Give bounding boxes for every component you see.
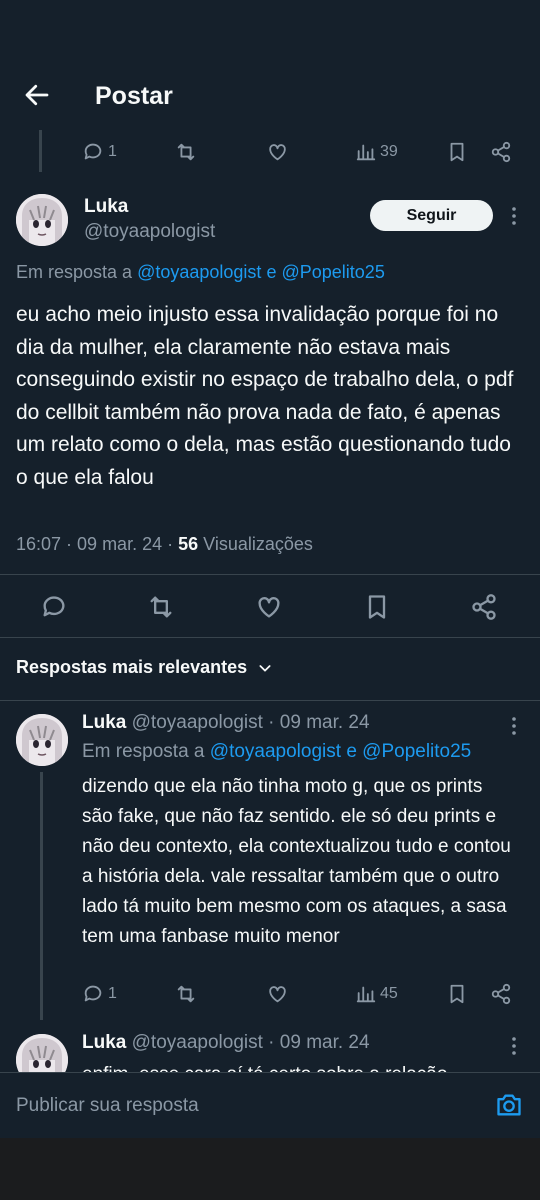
repost-button[interactable] bbox=[146, 593, 176, 621]
share-icon bbox=[491, 983, 511, 1005]
reply-button[interactable]: 1 bbox=[82, 141, 117, 163]
divider bbox=[0, 637, 540, 638]
reply-prefix: Em resposta a bbox=[16, 262, 133, 282]
bookmark-button[interactable] bbox=[446, 141, 468, 163]
bookmark-button[interactable] bbox=[446, 983, 468, 1005]
views-count: 56 bbox=[178, 534, 199, 554]
repost-icon bbox=[150, 596, 172, 618]
reply-input[interactable]: Publicar sua resposta bbox=[16, 1095, 476, 1121]
avatar-image bbox=[16, 1034, 68, 1072]
follow-button[interactable]: Seguir bbox=[370, 200, 493, 231]
post-actions bbox=[0, 590, 540, 622]
share-icon bbox=[472, 594, 496, 620]
views-count: 39 bbox=[380, 143, 398, 160]
sort-dropdown[interactable]: Respostas mais relevantes bbox=[16, 657, 273, 678]
more-vertical-icon bbox=[512, 207, 516, 225]
more-options-button[interactable] bbox=[504, 715, 524, 737]
system-nav-bar bbox=[0, 1138, 540, 1200]
share-button[interactable] bbox=[490, 141, 512, 163]
heart-icon bbox=[258, 597, 280, 618]
author-name[interactable]: Luka bbox=[84, 196, 128, 218]
heart-icon bbox=[269, 986, 286, 1003]
views-label: Visualizações bbox=[203, 534, 313, 554]
comment-icon bbox=[84, 143, 102, 160]
more-options-button[interactable] bbox=[504, 1035, 524, 1057]
reply-header: Luka @toyaapologist · 09 mar. 24 bbox=[82, 1032, 370, 1054]
reply-context: Em resposta a @toyaapologist e @Popelito… bbox=[16, 262, 385, 283]
divider bbox=[0, 574, 540, 575]
reply-text: dizendo que ela não tinha moto g, que os… bbox=[82, 776, 511, 947]
repost-icon bbox=[177, 985, 195, 1003]
analytics-icon bbox=[356, 144, 376, 161]
avatar[interactable] bbox=[16, 1034, 68, 1072]
camera-icon bbox=[497, 1094, 521, 1116]
more-vertical-icon bbox=[512, 717, 516, 735]
camera-button[interactable] bbox=[494, 1091, 524, 1119]
avatar-image bbox=[16, 714, 68, 766]
reply-count: 1 bbox=[108, 985, 117, 1002]
back-button[interactable] bbox=[22, 80, 52, 110]
arrow-left-icon bbox=[25, 84, 49, 106]
reply-button[interactable]: 1 bbox=[82, 983, 117, 1005]
reply-count: 1 bbox=[108, 143, 117, 160]
like-button[interactable] bbox=[255, 593, 283, 621]
composer-bar: Publicar sua resposta bbox=[0, 1072, 540, 1138]
share-button[interactable] bbox=[490, 983, 512, 1005]
more-options-button[interactable] bbox=[504, 205, 524, 227]
reply-prefix: Em resposta a bbox=[82, 741, 205, 762]
reply-clip: Luka @toyaapologist · 09 mar. 24 enfim, … bbox=[0, 1020, 540, 1072]
mention-link[interactable]: @toyaapologist e @Popelito25 bbox=[210, 741, 471, 762]
comment-icon bbox=[43, 596, 65, 617]
previous-post-actions: 1 39 bbox=[0, 138, 540, 168]
author-handle-date[interactable]: @toyaapologist · 09 mar. 24 bbox=[132, 712, 370, 733]
reply-text: enfim, esse cara aí tá certo sobre a rel… bbox=[82, 1060, 512, 1072]
post-meta: 16:07 · 09 mar. 24 · 56 Visualizações bbox=[16, 534, 313, 555]
reply-button[interactable] bbox=[40, 593, 68, 621]
divider bbox=[0, 700, 540, 701]
heart-icon bbox=[269, 144, 286, 161]
post-timestamp: 16:07 · 09 mar. 24 · bbox=[16, 534, 174, 554]
author-name[interactable]: Luka bbox=[82, 1032, 126, 1053]
bookmark-icon bbox=[450, 984, 464, 1004]
bookmark-icon bbox=[368, 595, 386, 619]
sort-label: Respostas mais relevantes bbox=[16, 657, 248, 677]
avatar-image bbox=[16, 194, 68, 246]
views-count: 45 bbox=[380, 985, 398, 1002]
repost-button[interactable] bbox=[174, 983, 198, 1005]
header-bar: Postar bbox=[0, 0, 540, 130]
share-button[interactable] bbox=[470, 593, 498, 621]
follow-label: Seguir bbox=[406, 206, 457, 224]
mention-link[interactable]: @toyaapologist bbox=[137, 262, 261, 282]
more-vertical-icon bbox=[512, 1037, 516, 1055]
reply-context: Em resposta a @toyaapologist e @Popelito… bbox=[82, 741, 471, 763]
bookmark-button[interactable] bbox=[363, 593, 391, 621]
avatar[interactable] bbox=[16, 714, 68, 766]
views-button[interactable]: 39 bbox=[355, 141, 398, 163]
like-button[interactable] bbox=[266, 141, 289, 163]
author-handle[interactable]: @toyaapologist bbox=[84, 221, 215, 243]
post-text: eu acho meio injusto essa invalidação po… bbox=[16, 303, 514, 489]
views-button[interactable]: 45 bbox=[355, 983, 398, 1005]
mention-link[interactable]: @Popelito25 bbox=[281, 262, 384, 282]
repost-icon bbox=[177, 143, 195, 161]
reply-actions: 1 45 bbox=[0, 980, 540, 1010]
mention-conjunction: e bbox=[266, 262, 277, 282]
bookmark-icon bbox=[450, 142, 464, 162]
analytics-icon bbox=[356, 986, 376, 1003]
reply-input-placeholder: Publicar sua resposta bbox=[16, 1095, 199, 1116]
like-button[interactable] bbox=[266, 983, 289, 1005]
comment-icon bbox=[84, 985, 102, 1002]
page-title: Postar bbox=[95, 82, 173, 110]
chevron-down-icon bbox=[259, 664, 271, 672]
reply-header: Luka @toyaapologist · 09 mar. 24 bbox=[82, 712, 370, 734]
author-name[interactable]: Luka bbox=[82, 712, 126, 733]
share-icon bbox=[491, 141, 511, 163]
repost-button[interactable] bbox=[174, 141, 198, 163]
avatar[interactable] bbox=[16, 194, 68, 246]
author-handle-date[interactable]: @toyaapologist · 09 mar. 24 bbox=[132, 1032, 370, 1053]
